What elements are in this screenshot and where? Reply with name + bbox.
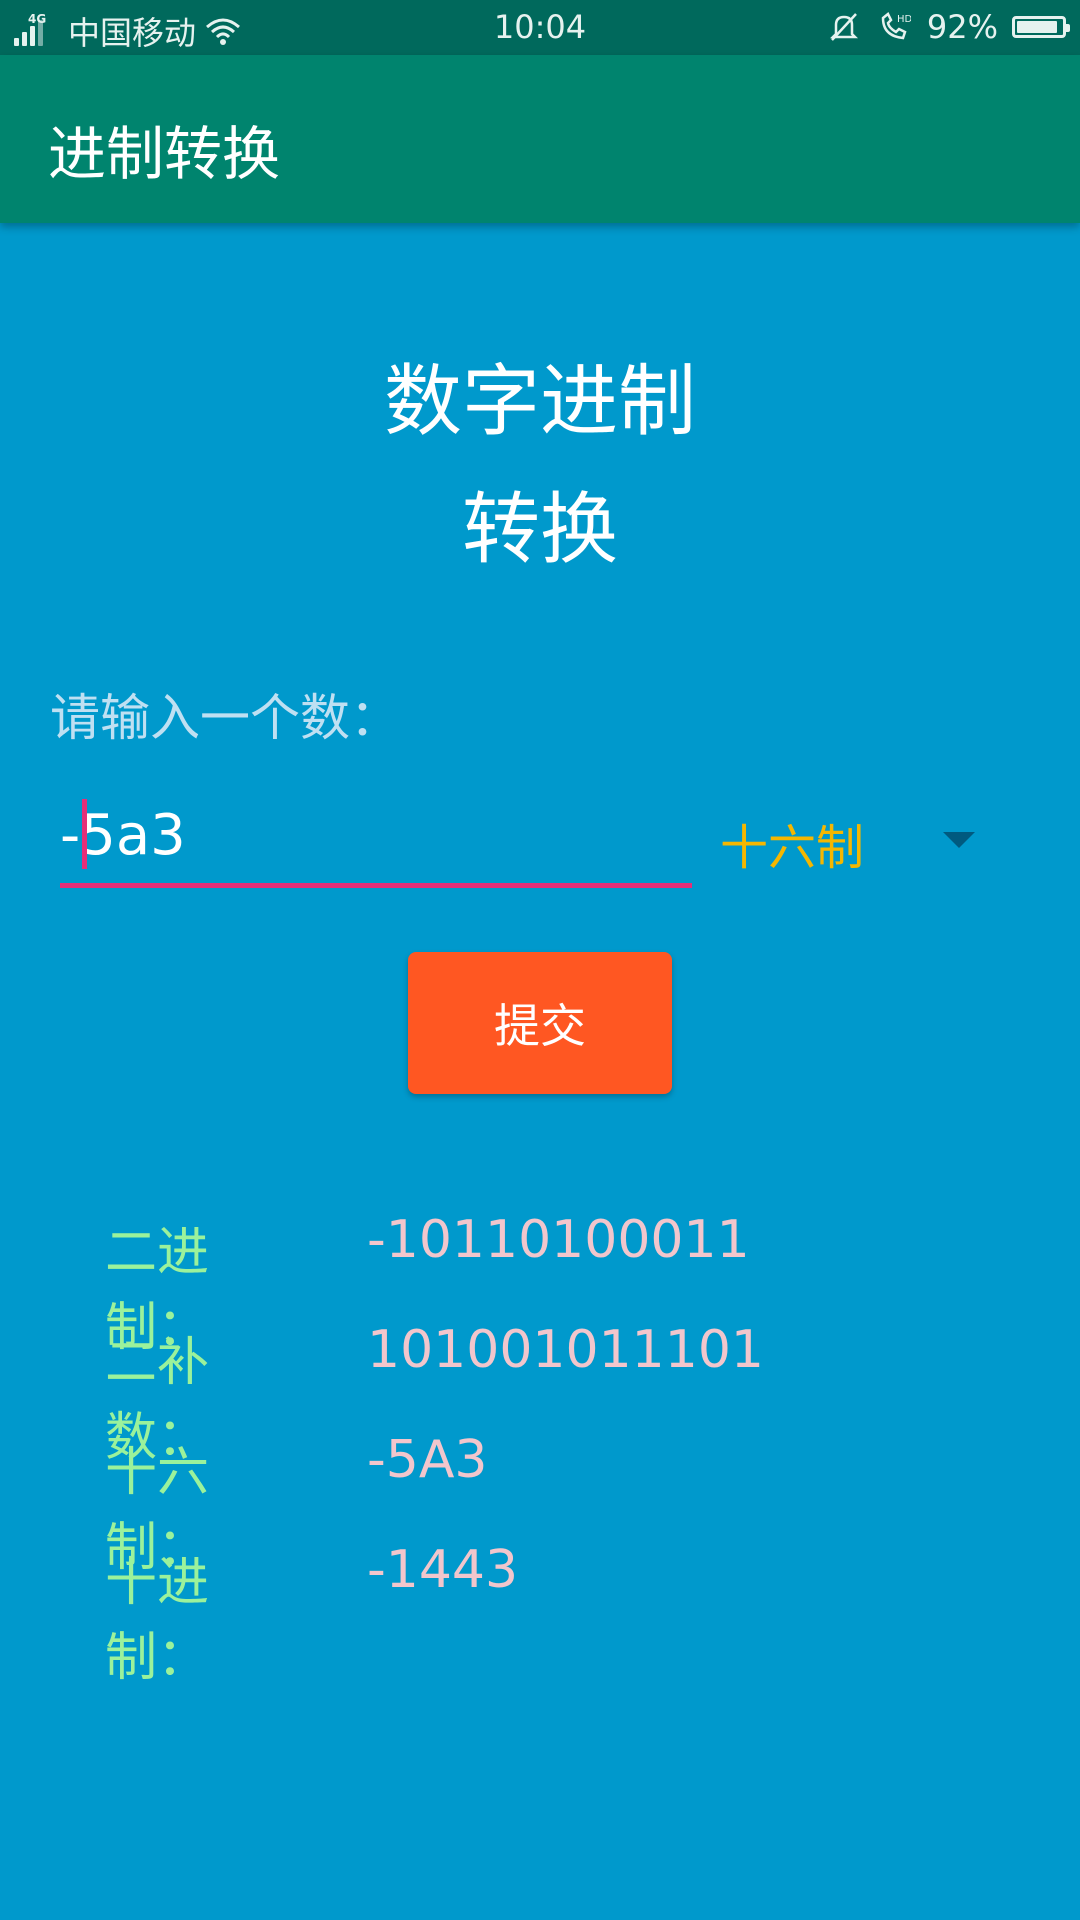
dropdown-arrow-icon[interactable]	[943, 832, 975, 848]
battery-icon	[1012, 16, 1070, 38]
result-value: -1443	[367, 1540, 519, 1600]
result-value: -10110100011	[367, 1210, 750, 1270]
number-input[interactable]	[60, 795, 692, 875]
app-bar: 进制转换	[0, 55, 1080, 223]
submit-button[interactable]: 提交	[408, 952, 672, 1094]
heading-line-2: 转换	[461, 485, 618, 575]
base-select[interactable]: 十六制	[720, 808, 990, 878]
result-value: -5A3	[367, 1430, 488, 1490]
hd-call-icon: HD	[881, 12, 911, 40]
result-label: 十进制：	[105, 1553, 210, 1688]
status-right: HD 92%	[827, 8, 1070, 46]
text-caret	[82, 799, 87, 869]
battery-percent: 92%	[926, 8, 998, 46]
svg-text:HD: HD	[897, 14, 911, 25]
result-value: 101001011101	[367, 1320, 765, 1380]
number-input-container[interactable]	[60, 795, 692, 888]
base-select-value: 十六制	[720, 820, 865, 876]
battery-fill	[1017, 21, 1058, 33]
input-prompt-label: 请输入一个数：	[50, 689, 400, 747]
page-heading: 数字进制 转换	[0, 338, 1080, 594]
status-bar: 4G 中国移动 10:04 HD 92%	[0, 0, 1080, 55]
app-title: 进制转换	[48, 120, 281, 188]
heading-line-1: 数字进制	[383, 357, 696, 447]
bell-muted-icon	[829, 13, 858, 41]
